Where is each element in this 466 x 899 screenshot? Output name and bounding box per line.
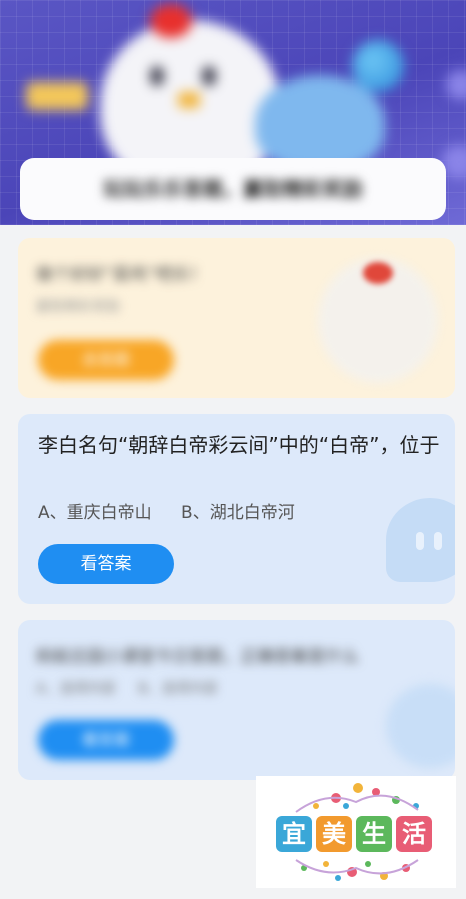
question-text: 李白名句“朝辞白帝彩云间”中的“白帝”，位于 [38, 433, 440, 457]
promo-button[interactable]: 去答题 [38, 340, 174, 380]
banner-title: 玩玩乐乐答题，赢取精彩奖励 [103, 177, 363, 201]
option-b: B、湖北白帝河 [181, 503, 295, 523]
next-option-a: A、选项内容 [36, 681, 116, 697]
question-card-next: 蚂蚁庄园小课堂今日答题，正确答案是什么 A、选项内容 B、选项内容 看答案 [18, 620, 455, 780]
logo-char: 宜 [276, 816, 312, 852]
chat-bubble-icon [386, 684, 455, 768]
header-banner: 玩玩乐乐答题，赢取精彩奖励 [0, 0, 466, 225]
answer-options: A、重庆白帝山 B、湖北白帝河 [38, 498, 319, 523]
decor-dot [446, 70, 466, 100]
chat-bubble-icon [386, 498, 455, 582]
logo-char: 活 [396, 816, 432, 852]
chicken-comb [150, 4, 192, 38]
banner-tag [26, 82, 88, 110]
next-view-answer-button[interactable]: 看答案 [38, 720, 174, 760]
globe-icon [352, 40, 404, 92]
next-answer-options: A、选项内容 B、选项内容 [36, 678, 218, 698]
promo-card[interactable]: 做个好好“菜鸡”吧乐！ 赢取精彩奖励 去答题 [18, 238, 455, 398]
promo-subtitle: 赢取精彩奖励 [36, 299, 120, 315]
next-option-b: B、选项内容 [138, 681, 218, 697]
chicken-comb [363, 262, 393, 284]
chicken-eye-left [150, 66, 164, 86]
view-answer-button[interactable]: 看答案 [38, 544, 174, 584]
promo-title: 做个好好“菜鸡”吧乐！ [36, 265, 207, 285]
question-card: 李白名句“朝辞白帝彩云间”中的“白帝”，位于 A、重庆白帝山 B、湖北白帝河 看… [18, 414, 455, 604]
chicken-eye-right [202, 66, 216, 86]
watermark-logo: 宜 美 生 活 [256, 776, 456, 888]
chicken-beak [178, 92, 200, 108]
logo-char: 美 [316, 816, 352, 852]
logo-char: 生 [356, 816, 392, 852]
option-a: A、重庆白帝山 [38, 503, 152, 523]
next-question-text: 蚂蚁庄园小课堂今日答题，正确答案是什么 [36, 647, 359, 667]
watermark-text: 宜 美 生 活 [276, 816, 432, 852]
